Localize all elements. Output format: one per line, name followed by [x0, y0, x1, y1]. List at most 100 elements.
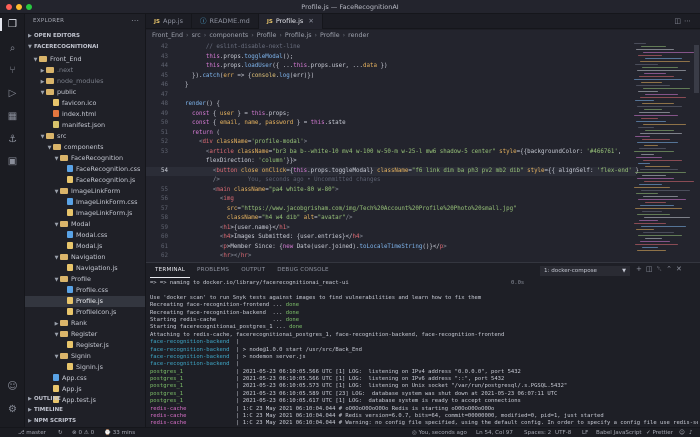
code-editor[interactable]: 42 // eslint-disable-next-line 43 this.pr…: [146, 41, 700, 262]
code-line[interactable]: 53 <article className="br3 ba b--white-1…: [146, 148, 636, 158]
code-line[interactable]: 55 <main className="pa4 white-80 w-80">: [146, 186, 636, 196]
tab-app-js[interactable]: JS App.js: [146, 14, 192, 29]
code-line[interactable]: 50 const { email, name, password } = thi…: [146, 119, 636, 129]
code-line[interactable]: 51 return (: [146, 129, 636, 139]
tree-folder[interactable]: ▼ Register: [25, 329, 145, 340]
minimap[interactable]: [634, 43, 694, 258]
code-line[interactable]: 46 }: [146, 81, 636, 91]
code-line[interactable]: 43 this.props.toggleModal();: [146, 53, 636, 63]
tree-file[interactable]: Navigation.js: [25, 263, 145, 274]
tree-folder[interactable]: ▼ Signin: [25, 351, 145, 362]
breadcrumb-item[interactable]: Profile: [320, 32, 340, 39]
code-line[interactable]: 52 <div className='profile-modal'>: [146, 138, 636, 148]
tree-folder[interactable]: ▼ Front_End: [25, 54, 145, 65]
git-blame[interactable]: ◎ You, seconds ago: [412, 428, 467, 437]
files-icon[interactable]: ❐: [0, 18, 19, 31]
code-line[interactable]: 57 src="https://www.jacobgrisham.com/img…: [146, 205, 636, 215]
workspace-section[interactable]: ▼ FACERECOGNITIONAI: [25, 42, 145, 52]
npm-scripts-section[interactable]: ▶ NPM SCRIPTS: [25, 416, 145, 426]
breadcrumb-item[interactable]: src: [192, 32, 201, 39]
tree-file[interactable]: manifest.json: [25, 120, 145, 131]
code-line[interactable]: 56 <img: [146, 195, 636, 205]
tree-file[interactable]: Modal.js: [25, 241, 145, 252]
code-line[interactable]: 48 render() {: [146, 100, 636, 110]
settings-icon[interactable]: ⚙: [6, 403, 19, 416]
source-control-icon[interactable]: ⑂: [6, 64, 19, 77]
outline-section[interactable]: ▶ OUTLINE: [25, 394, 145, 404]
tree-file[interactable]: Register.js: [25, 340, 145, 351]
close-tab-icon[interactable]: ✕: [308, 17, 313, 25]
tree-file[interactable]: App.css: [25, 373, 145, 384]
editor-scrollbar[interactable]: [694, 45, 699, 93]
tree-file[interactable]: Modal.css: [25, 230, 145, 241]
timeline-section[interactable]: ▶ TIMELINE: [25, 405, 145, 415]
maximize-window-button[interactable]: [26, 4, 32, 10]
open-editors-section[interactable]: ▶ OPEN EDITORS: [25, 31, 145, 41]
extensions-icon[interactable]: ▦: [6, 110, 19, 123]
tab-profile-js[interactable]: JS Profile.js ✕: [258, 14, 323, 29]
tab-terminal[interactable]: TERMINAL: [150, 263, 191, 278]
tree-folder[interactable]: ▼ ImageLinkForm: [25, 186, 145, 197]
notifications-icon[interactable]: ♪: [689, 428, 693, 437]
code-line[interactable]: 60 < h4>Images Submitted: {user.entries}<…: [146, 233, 636, 243]
close-window-button[interactable]: [6, 4, 12, 10]
search-icon[interactable]: ⌕: [6, 42, 19, 55]
sync-icon[interactable]: ↻: [58, 428, 63, 437]
tree-file[interactable]: ImageLinkForm.js: [25, 208, 145, 219]
tree-file[interactable]: Profile.js: [25, 296, 145, 307]
tree-folder[interactable]: ▼ Profile: [25, 274, 145, 285]
code-line[interactable]: 54 <button close onClick={this.props.tog…: [146, 166, 639, 176]
tree-folder[interactable]: ▼ Navigation: [25, 252, 145, 263]
code-line[interactable]: 62 <hr></hr>: [146, 252, 636, 262]
code-line[interactable]: 42 // eslint-disable-next-line: [146, 43, 636, 53]
remote-explorer-icon[interactable]: ▣: [6, 155, 19, 168]
tree-file[interactable]: FaceRecognition.css: [25, 164, 145, 175]
more-actions-icon[interactable]: ⋯: [131, 16, 139, 25]
code-line[interactable]: /> You, seconds ago • Uncommitted change…: [146, 176, 636, 186]
code-line[interactable]: flexDirection: 'column'}}>: [146, 157, 636, 167]
language-mode[interactable]: Babel JavaScript: [596, 428, 642, 437]
tree-folder[interactable]: ▶ Rank: [25, 318, 145, 329]
end-of-line[interactable]: LF: [582, 428, 588, 437]
tree-file[interactable]: favicon.ico: [25, 98, 145, 109]
code-line[interactable]: 59 <h1>{user.name}</h1>: [146, 224, 636, 234]
tree-file[interactable]: Profile.css: [25, 285, 145, 296]
tree-file[interactable]: Signin.js: [25, 362, 145, 373]
split-terminal-icon[interactable]: ◫: [646, 265, 657, 273]
code-line[interactable]: 44 this.props.loadUser({ ...this.props.u…: [146, 62, 636, 72]
tree-folder[interactable]: ▶ node_modules: [25, 76, 145, 87]
tree-folder[interactable]: ▼ Modal: [25, 219, 145, 230]
tab-readme[interactable]: ⓘ README.md: [192, 14, 259, 29]
feedback-icon[interactable]: ☺: [679, 428, 685, 437]
breadcrumb-item[interactable]: Profile.js: [285, 32, 312, 39]
trash-icon[interactable]: ␡: [657, 265, 667, 273]
code-line[interactable]: 45 }).catch(err => {console.log(err)}): [146, 72, 636, 82]
tree-file[interactable]: FaceRecognition.js: [25, 175, 145, 186]
split-editor-icon[interactable]: ◫: [674, 17, 684, 25]
tree-folder[interactable]: ▼ src: [25, 131, 145, 142]
breadcrumb-item[interactable]: render: [348, 32, 369, 39]
breadcrumb-item[interactable]: components: [209, 32, 248, 39]
tree-file[interactable]: ImageLinkForm.css: [25, 197, 145, 208]
tree-folder[interactable]: ▼ public: [25, 87, 145, 98]
tree-file[interactable]: index.html: [25, 109, 145, 120]
run-debug-icon[interactable]: ▷: [6, 87, 19, 100]
indentation[interactable]: Spaces: 2: [524, 428, 551, 437]
branch-indicator[interactable]: ⎇ master: [18, 428, 46, 437]
cursor-position[interactable]: Ln 54, Col 97: [476, 428, 513, 437]
terminal-output[interactable]: => => naming to docker.io/library/facere…: [150, 280, 698, 426]
code-line[interactable]: 58 className="h4 w4 dib" alt="avatar"/>: [146, 214, 636, 224]
tree-folder[interactable]: ▶ .next: [25, 65, 145, 76]
code-line[interactable]: 61 <p>Member Since: {new Date(user.joine…: [146, 243, 636, 253]
tab-problems[interactable]: PROBLEMS: [192, 263, 234, 278]
code-line[interactable]: 49 const { user } = this.props;: [146, 110, 636, 120]
tree-file[interactable]: ProfileIcon.js: [25, 307, 145, 318]
minimize-window-button[interactable]: [16, 4, 22, 10]
new-terminal-icon[interactable]: +: [636, 265, 646, 273]
code-line[interactable]: 47: [146, 91, 636, 101]
breadcrumb-item[interactable]: Front_End: [152, 32, 183, 39]
tab-debug-console[interactable]: DEBUG CONSOLE: [272, 263, 334, 278]
breadcrumb-item[interactable]: Profile: [257, 32, 277, 39]
close-panel-icon[interactable]: ✕: [676, 265, 686, 273]
terminal-select[interactable]: 1: docker-compose ▼: [540, 266, 630, 276]
